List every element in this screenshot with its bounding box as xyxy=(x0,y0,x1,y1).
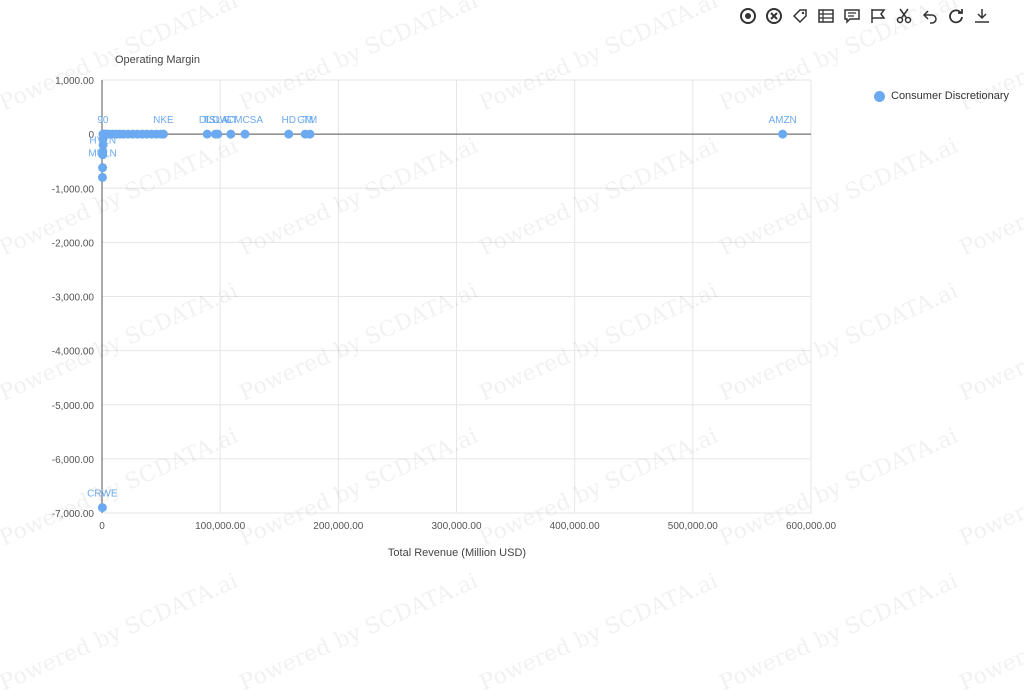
y-tick-label: -5,000.00 xyxy=(52,401,95,412)
data-label: GM xyxy=(297,115,313,126)
y-axis-title: Operating Margin xyxy=(115,54,200,66)
data-point[interactable] xyxy=(778,129,788,139)
flag-button[interactable] xyxy=(867,6,889,26)
y-tick-label: -3,000.00 xyxy=(52,293,95,304)
data-label: HD xyxy=(281,115,295,126)
watermark-text: Powered by SCDATA.ai xyxy=(236,568,482,696)
data-label: CRWE xyxy=(87,489,118,500)
data-point[interactable] xyxy=(97,172,107,182)
target-button[interactable] xyxy=(737,6,759,26)
watermark-text: Powered by SCDATA.ai xyxy=(0,568,242,696)
close-circle-button[interactable] xyxy=(763,6,785,26)
undo-button[interactable] xyxy=(919,6,941,26)
download-icon xyxy=(975,9,989,23)
refresh-button[interactable] xyxy=(945,6,967,26)
watermark-text: Powered by SCDATA.ai xyxy=(716,568,962,696)
data-point[interactable] xyxy=(210,129,220,139)
target-icon xyxy=(740,8,756,24)
download-button[interactable] xyxy=(971,6,993,26)
tag-icon xyxy=(792,9,807,24)
data-point[interactable] xyxy=(240,129,250,139)
tag-button[interactable] xyxy=(789,6,811,26)
data-label: DIS xyxy=(199,115,216,126)
data-label: AMZN xyxy=(768,115,796,126)
comment-button[interactable] xyxy=(841,6,863,26)
data-point[interactable] xyxy=(284,129,294,139)
scissors-button[interactable] xyxy=(893,6,915,26)
y-tick-label: -1,000.00 xyxy=(52,184,95,195)
data-label: 90 xyxy=(97,115,109,126)
y-tick-label: -7,000.00 xyxy=(52,509,95,520)
x-tick-label: 400,000.00 xyxy=(550,521,600,532)
watermark-text: Powered by SCDATA.ai xyxy=(956,569,1025,696)
legend[interactable]: Consumer Discretionary xyxy=(874,90,1009,102)
point-labels: AMZNTMGMHDCMCSAGTLOWTSLADISNKE90HYLNMULN… xyxy=(87,115,797,499)
data-label: HYLN xyxy=(89,136,116,147)
data-label: MULN xyxy=(88,149,116,160)
chart-toolbar xyxy=(737,6,993,26)
x-tick-label: 0 xyxy=(99,521,105,532)
data-points xyxy=(97,129,788,513)
x-tick-label: 100,000.00 xyxy=(195,521,245,532)
data-label: NKE xyxy=(153,115,174,126)
scissors-icon xyxy=(896,8,912,24)
undo-icon xyxy=(922,10,937,24)
x-tick-label: 500,000.00 xyxy=(668,521,718,532)
data-point[interactable] xyxy=(226,129,236,139)
legend-label: Consumer Discretionary xyxy=(891,90,1009,102)
watermark-text: Powered by SCDATA.ai xyxy=(476,568,722,696)
data-point[interactable] xyxy=(300,129,310,139)
x-tick-label: 300,000.00 xyxy=(431,521,481,532)
y-tick-label: 1,000.00 xyxy=(55,76,94,87)
x-axis-title: Total Revenue (Million USD) xyxy=(388,547,526,559)
x-tick-label: 600,000.00 xyxy=(786,521,836,532)
y-tick-label: -6,000.00 xyxy=(52,455,95,466)
data-point[interactable] xyxy=(98,163,108,173)
data-view-icon xyxy=(818,9,834,23)
data-point[interactable] xyxy=(97,503,107,513)
scatter-chart: 1,000.00 0 -1,000.00 -2,000.00 -3,000.00 -4,0… xyxy=(52,54,837,559)
y-tick-label: -4,000.00 xyxy=(52,347,95,358)
grid-lines xyxy=(101,79,812,514)
close-circle-icon xyxy=(766,8,782,24)
refresh-icon xyxy=(949,9,963,24)
y-tick-label: -2,000.00 xyxy=(52,238,95,249)
legend-marker xyxy=(874,90,885,102)
data-view-button[interactable] xyxy=(815,6,837,26)
flag-icon xyxy=(871,9,886,23)
axes: 1,000.00 0 -1,000.00 -2,000.00 -3,000.00 -4,0… xyxy=(52,76,837,532)
data-point[interactable] xyxy=(202,129,212,139)
x-tick-label: 200,000.00 xyxy=(313,521,363,532)
comment-icon xyxy=(844,9,860,24)
